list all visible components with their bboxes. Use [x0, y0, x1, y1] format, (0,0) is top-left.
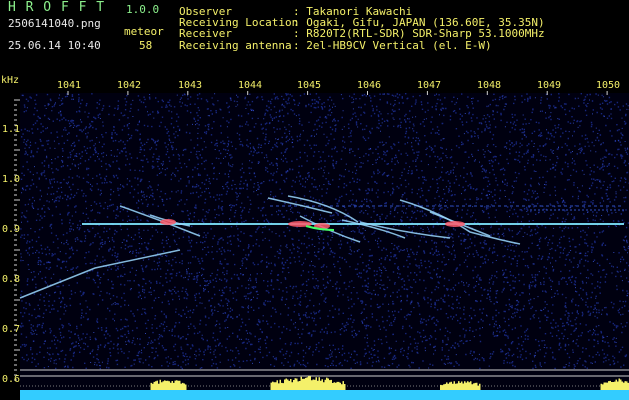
x-tick-label: 1050	[596, 80, 621, 91]
spectrogram-window: H R O F F T 1.0.0 2506141040.png 25.06.1…	[0, 0, 629, 400]
y-tick-label: 0.6	[2, 374, 21, 385]
spectrogram-plot	[14, 91, 629, 400]
plot-background	[20, 93, 629, 400]
level-baseline	[20, 390, 629, 400]
y-tick-label: 0.9	[2, 224, 21, 235]
meteor-echo-head	[445, 221, 465, 227]
y-tick-label: 1.1	[2, 124, 21, 135]
x-tick-label: 1041	[57, 80, 82, 91]
y-tick-label: 0.8	[2, 274, 21, 285]
x-tick-label: 1047	[417, 80, 442, 91]
y-unit-label: kHz	[1, 75, 20, 86]
x-tick-label: 1045	[297, 80, 322, 91]
y-tick-label: 1.0	[2, 174, 21, 185]
x-tick-label: 1044	[238, 80, 263, 91]
x-tick-label: 1049	[537, 80, 562, 91]
x-tick-label: 1043	[178, 80, 203, 91]
meteor-echo-head	[160, 219, 176, 225]
x-tick-label: 1048	[477, 80, 502, 91]
y-tick-label: 0.7	[2, 324, 21, 335]
x-tick-label: 1042	[117, 80, 142, 91]
x-tick-label: 1046	[357, 80, 382, 91]
